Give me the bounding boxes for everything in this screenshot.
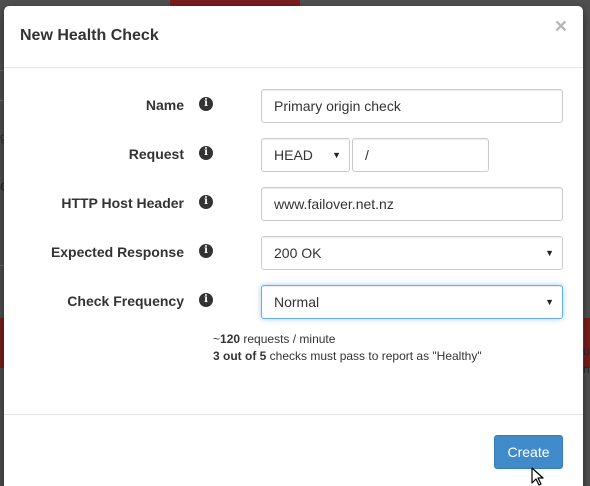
caret-down-icon: ▼ xyxy=(545,248,554,258)
background-bar xyxy=(584,318,590,368)
host-header-row: HTTP Host Header i www.failover.net.nz xyxy=(4,187,583,221)
info-icon[interactable]: i xyxy=(199,97,213,111)
hint-checks-rest: checks must pass to report as "Healthy" xyxy=(266,349,482,363)
request-label: Request xyxy=(128,146,184,162)
info-icon[interactable]: i xyxy=(199,195,213,209)
request-row: Request i HEAD ▼ / xyxy=(4,138,583,172)
name-label: Name xyxy=(145,97,184,113)
requests-per-minute-hint: ~120 requests / minute xyxy=(213,332,335,346)
close-button[interactable]: × xyxy=(555,16,567,37)
hint-requests-suffix: requests / minute xyxy=(240,332,336,346)
info-icon[interactable]: i xyxy=(199,293,213,307)
create-button[interactable]: Create xyxy=(494,435,563,469)
modal-header: New Health Check × xyxy=(4,6,583,68)
new-health-check-modal: New Health Check × Name i Primary origin… xyxy=(4,6,583,486)
expected-response-select[interactable]: 200 OK ▼ xyxy=(261,236,563,270)
mouse-pointer-icon xyxy=(531,467,544,486)
check-frequency-select[interactable]: Normal ▼ xyxy=(261,285,563,319)
expected-response-label: Expected Response xyxy=(50,244,184,260)
host-header-input[interactable]: www.failover.net.nz xyxy=(261,187,563,221)
host-header-label: HTTP Host Header xyxy=(61,195,184,211)
request-method-select[interactable]: HEAD ▼ xyxy=(261,138,350,172)
hint-requests-count: 120 xyxy=(220,332,241,346)
hint-prefix: ~ xyxy=(213,332,221,346)
request-method-value: HEAD xyxy=(274,147,313,163)
name-input[interactable]: Primary origin check xyxy=(261,89,563,123)
caret-down-icon: ▼ xyxy=(545,297,554,307)
request-path-input[interactable]: / xyxy=(352,138,489,172)
modal-title: New Health Check xyxy=(20,27,159,44)
expected-response-row: Expected Response i 200 OK ▼ xyxy=(4,236,583,270)
checks-pass-hint: 3 out of 5 checks must pass to report as… xyxy=(213,349,482,363)
caret-down-icon: ▼ xyxy=(332,150,341,160)
info-icon[interactable]: i xyxy=(199,244,213,258)
background-text: ni xyxy=(583,362,590,376)
background-text: u xyxy=(583,344,590,358)
hint-checks-bold: 3 out of 5 xyxy=(213,349,267,363)
name-row: Name i Primary origin check xyxy=(4,89,583,123)
modal-footer: Create xyxy=(4,414,583,486)
expected-response-value: 200 OK xyxy=(274,245,322,261)
check-frequency-label: Check Frequency xyxy=(67,293,184,309)
info-icon[interactable]: i xyxy=(199,146,213,160)
check-frequency-row: Check Frequency i Normal ▼ xyxy=(4,285,583,319)
check-frequency-value: Normal xyxy=(274,294,320,310)
